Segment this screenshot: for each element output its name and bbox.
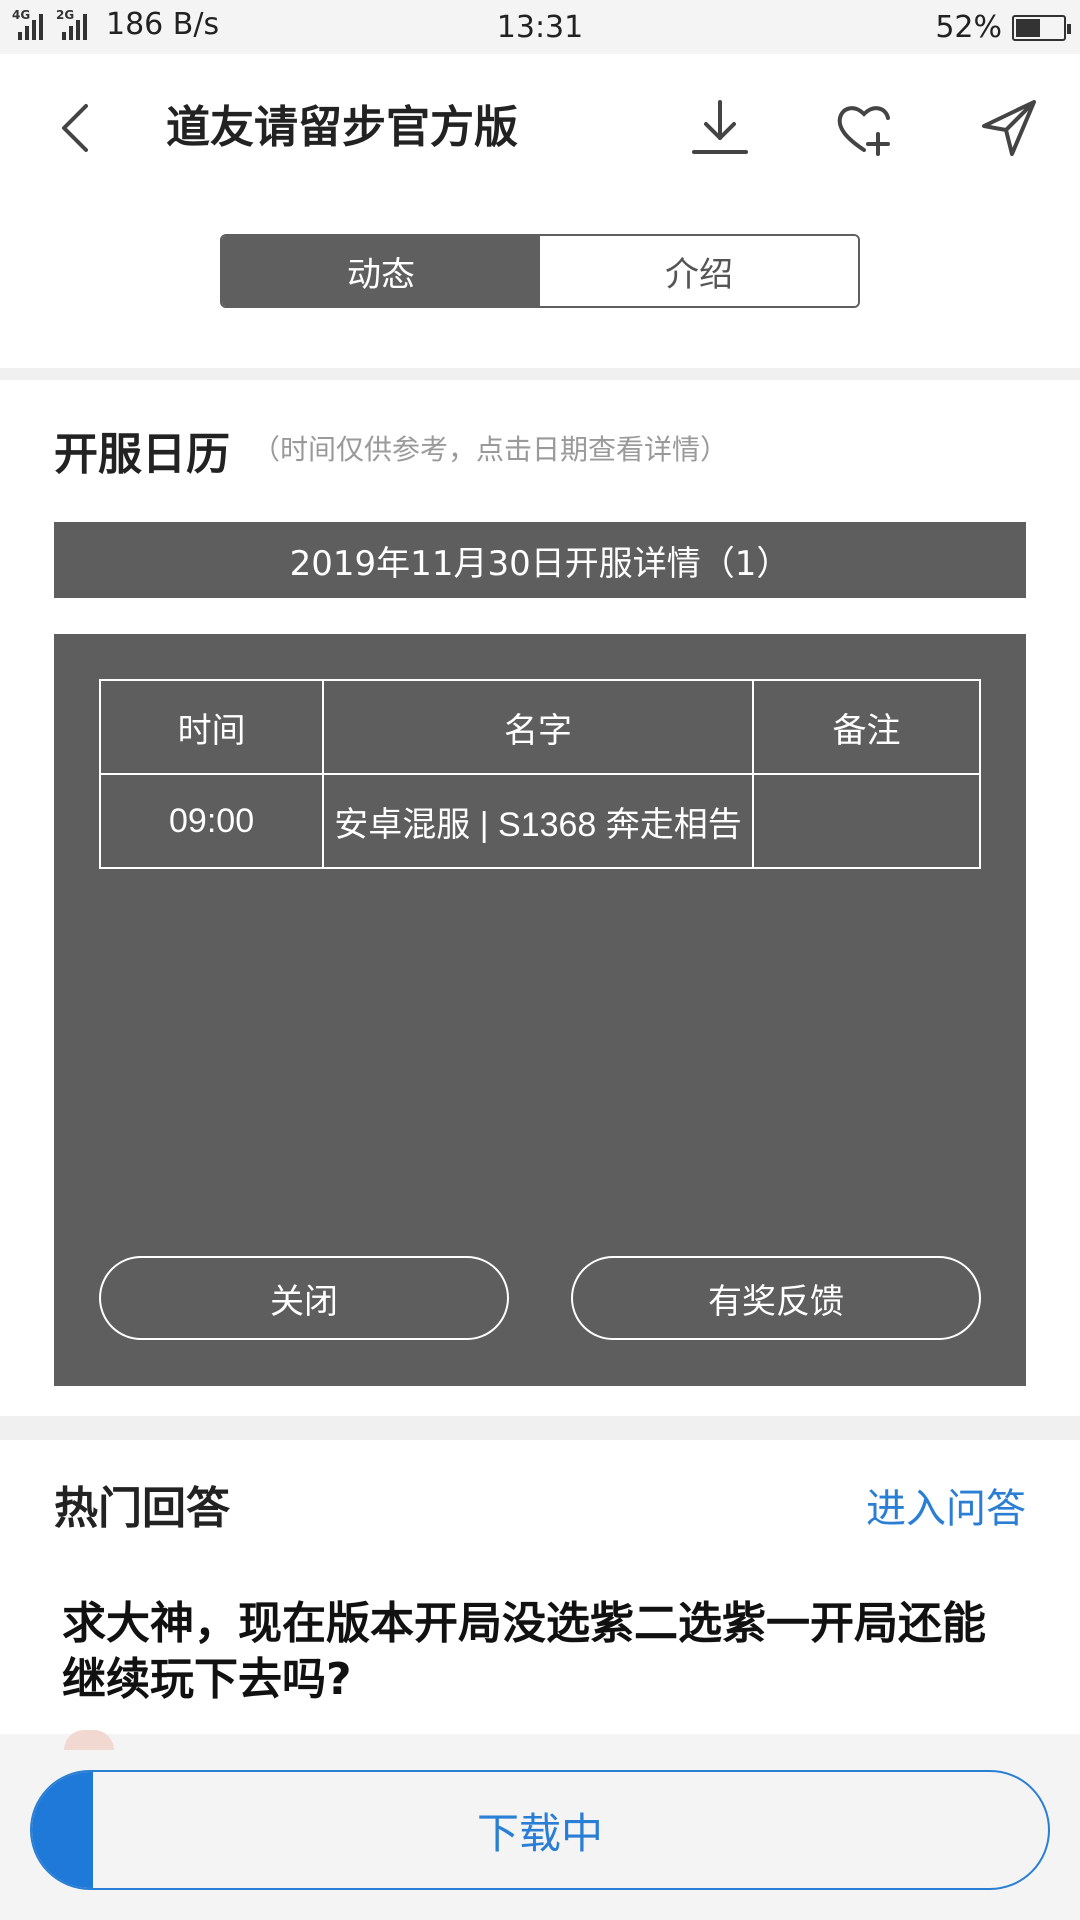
- app-page: 4G 2G 186 B/s 13:31 52% 道友请留步官方版 动态 介绍 开…: [0, 0, 1080, 1920]
- close-button[interactable]: 关闭: [99, 1256, 509, 1340]
- download-label: 下载中: [476, 1808, 603, 1858]
- avatar: [64, 1730, 114, 1750]
- status-bar: 4G 2G 186 B/s 13:31 52%: [0, 0, 1080, 54]
- tab-switcher: 动态 介绍: [220, 234, 860, 308]
- calendar-title: 开服日历: [54, 429, 230, 480]
- download-button[interactable]: 下载中: [30, 1770, 1050, 1890]
- server-detail-panel: 时间 名字 备注 09:00 安卓混服 | S1368 奔走相告 关闭 有奖反馈: [54, 634, 1026, 1386]
- cell-note: [751, 773, 982, 869]
- hot-answers-title: 热门回答: [54, 1483, 230, 1534]
- tab-dynamic[interactable]: 动态: [222, 236, 540, 306]
- column-header-time: 时间: [98, 679, 325, 775]
- column-header-name: 名字: [322, 679, 754, 775]
- cell-time: 09:00: [98, 773, 325, 869]
- share-icon[interactable]: [976, 96, 1040, 160]
- table-header-row: 时间 名字 备注: [98, 679, 982, 775]
- feedback-button[interactable]: 有奖反馈: [571, 1256, 981, 1340]
- calendar-hint: （时间仅供参考，点击日期查看详情）: [252, 433, 729, 466]
- back-icon[interactable]: [52, 98, 102, 158]
- server-table: 时间 名字 备注 09:00 安卓混服 | S1368 奔走相告: [98, 679, 982, 869]
- app-header: 道友请留步官方版: [0, 54, 1080, 204]
- table-row: 09:00 安卓混服 | S1368 奔走相告: [98, 773, 982, 869]
- question-title[interactable]: 求大神，现在版本开局没选紫二选紫一开局还能继续玩下去吗?: [62, 1596, 1022, 1708]
- section-divider: [0, 368, 1080, 380]
- battery-fill: [1016, 18, 1040, 37]
- status-right: 52%: [935, 10, 1071, 45]
- battery-percent: 52%: [935, 10, 1002, 45]
- section-divider-2: [0, 1416, 1080, 1440]
- tab-intro[interactable]: 介绍: [540, 236, 858, 306]
- date-heading: 2019年11月30日开服详情（1）: [54, 522, 1026, 598]
- page-title: 道友请留步官方版: [166, 102, 518, 153]
- download-icon[interactable]: [688, 96, 752, 160]
- battery-icon: [1012, 14, 1071, 41]
- enter-qa-link[interactable]: 进入问答: [866, 1476, 1026, 1534]
- favorite-add-icon[interactable]: [832, 96, 896, 160]
- clock: 13:31: [496, 10, 584, 45]
- cell-name: 安卓混服 | S1368 奔走相告: [322, 773, 754, 869]
- column-header-note: 备注: [751, 679, 982, 775]
